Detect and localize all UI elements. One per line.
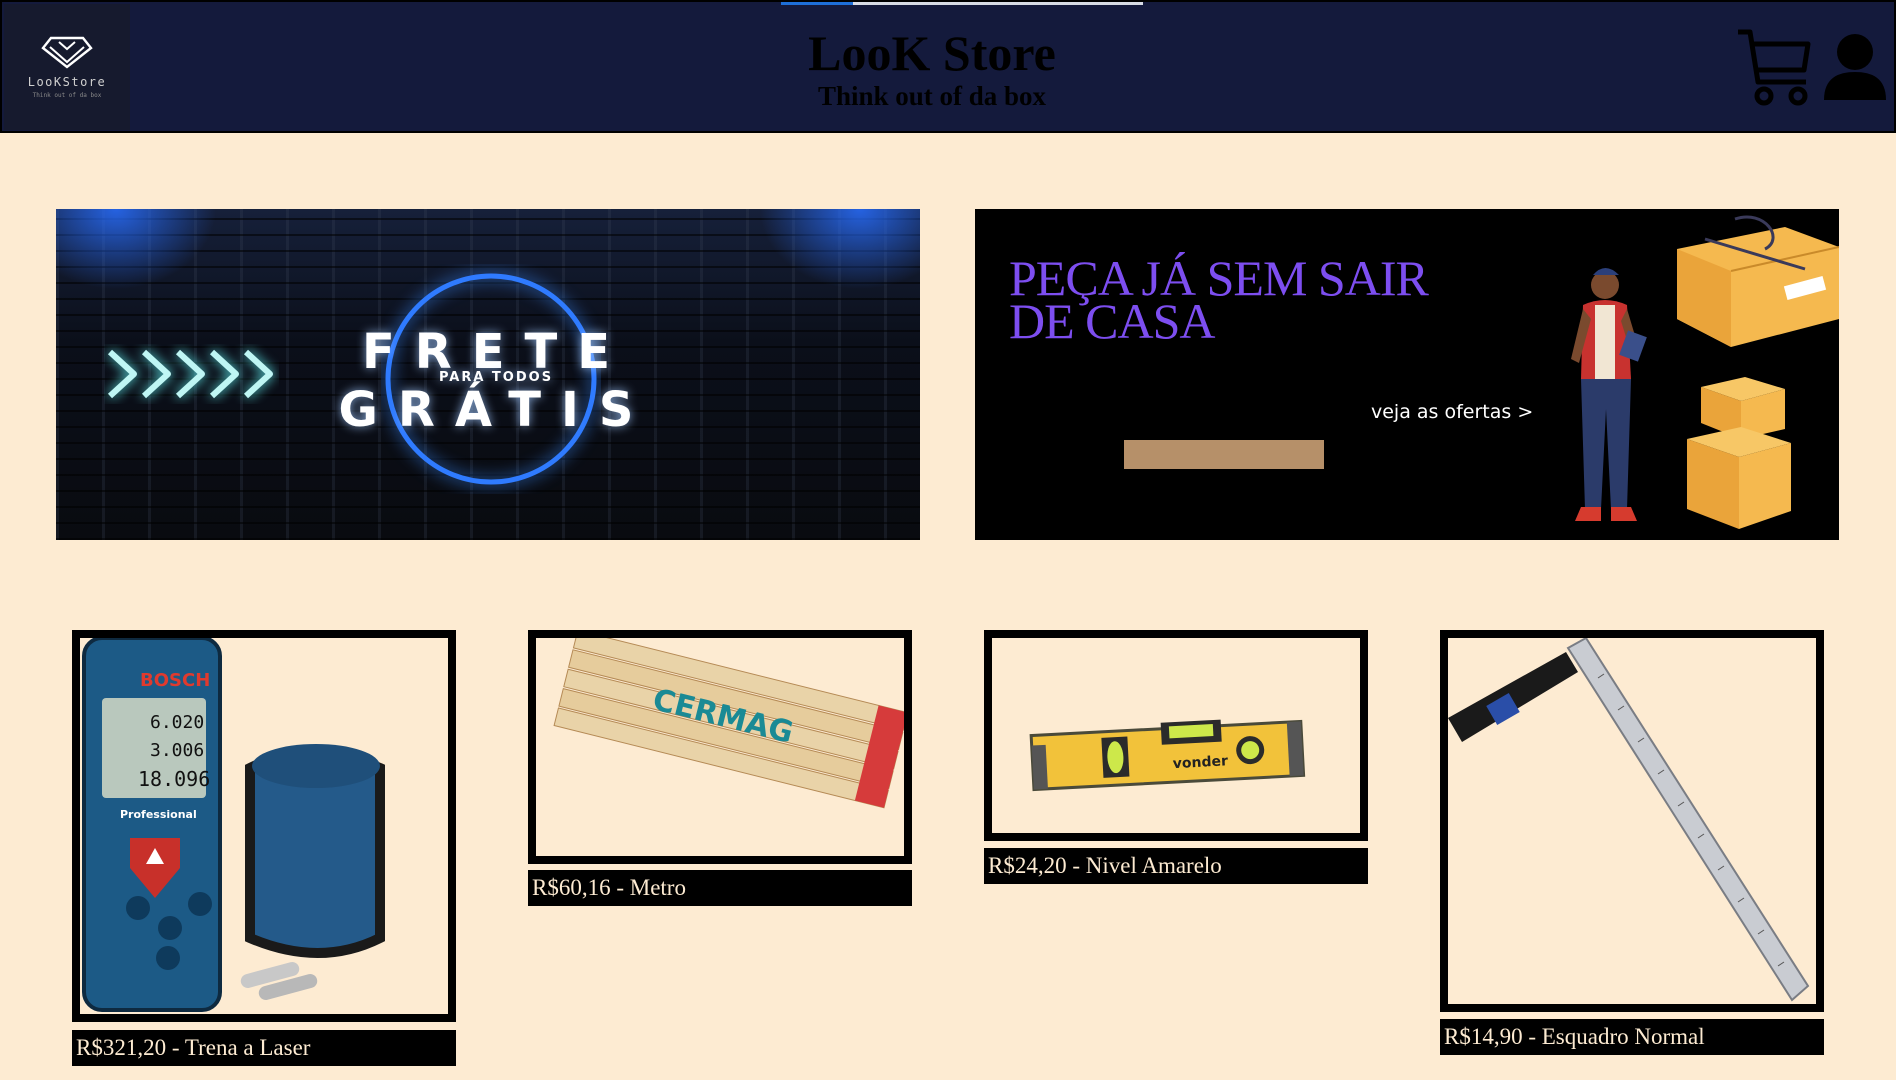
promo-button-bar[interactable] — [1124, 440, 1324, 469]
order-from-home-banner[interactable]: PEÇA JÁ SEM SAIR DE CASA veja as ofertas… — [975, 209, 1839, 540]
spotlight-left — [56, 209, 216, 289]
free-shipping-banner[interactable]: FRETE PARA TODOS GRÁTIS — [56, 209, 920, 540]
title-block: LooK Store Think out of da box — [2, 26, 1862, 112]
promo-title: PEÇA JÁ SEM SAIR DE CASA — [1009, 253, 1429, 349]
product-caption[interactable]: R$60,16 - Metro — [528, 870, 912, 906]
svg-text:vonder: vonder — [1172, 753, 1228, 772]
delivery-person-illustration — [1571, 215, 1839, 529]
tab-indicator — [781, 2, 853, 5]
gratis-word: GRÁTIS — [338, 382, 654, 438]
product-image-frame[interactable]: BOSCH 6.020 3.006 18.096 Professional — [72, 630, 456, 1022]
product-image-frame[interactable]: vonder — [984, 630, 1368, 841]
folding-ruler-image: CERMAG — [553, 638, 904, 809]
svg-text:6.020: 6.020 — [150, 712, 204, 733]
laser-measure-image: BOSCH 6.020 3.006 18.096 Professional — [82, 638, 385, 1012]
spotlight-right — [760, 209, 920, 289]
promo-title-line2: DE CASA — [1009, 293, 1216, 349]
page-subtitle: Think out of da box — [817, 81, 1047, 111]
see-offers-link[interactable]: veja as ofertas > — [1371, 401, 1533, 423]
tab-indicator-track — [853, 2, 1143, 5]
product-caption[interactable]: R$24,20 - Nivel Amarelo — [984, 848, 1368, 884]
product-image-frame[interactable]: CERMAG — [528, 630, 912, 864]
neon-arrows-icon — [107, 349, 273, 399]
svg-text:Professional: Professional — [120, 808, 197, 821]
svg-text:BOSCH: BOSCH — [140, 670, 210, 691]
free-shipping-text: FRETE PARA TODOS GRÁTIS — [316, 327, 676, 435]
product-caption[interactable]: R$14,90 - Esquadro Normal — [1440, 1019, 1824, 1055]
svg-text:3.006: 3.006 — [150, 740, 204, 761]
site-header: LooKStore Think out of da box LooK Store… — [0, 0, 1896, 133]
svg-text:18.096: 18.096 — [138, 767, 210, 791]
product-caption[interactable]: R$321,20 - Trena a Laser — [72, 1030, 456, 1066]
product-image-frame[interactable] — [1440, 630, 1824, 1012]
shopping-cart-icon[interactable] — [1736, 26, 1812, 106]
spirit-level-image: vonder — [1029, 719, 1306, 792]
page-title: LooK Store — [808, 25, 1056, 81]
try-square-image — [1448, 638, 1810, 1002]
user-account-icon[interactable] — [1822, 32, 1888, 102]
